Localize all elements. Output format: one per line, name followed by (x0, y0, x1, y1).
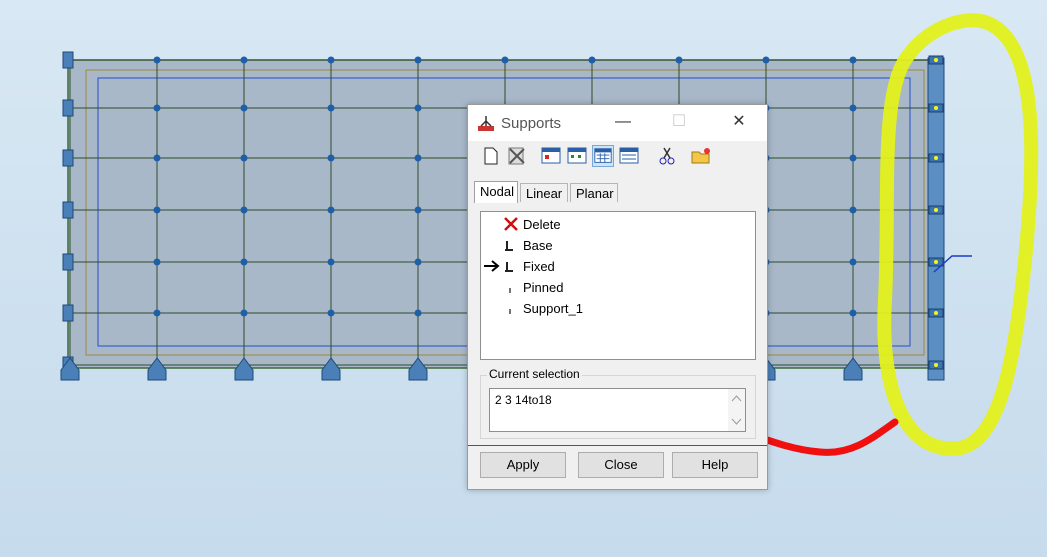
table-icon[interactable] (592, 145, 614, 167)
tab-planar[interactable]: Planar (570, 183, 618, 202)
tab-nodal[interactable]: Nodal (474, 181, 518, 203)
list-item-fixed[interactable]: Fixed (523, 259, 555, 274)
support-icon (505, 262, 513, 272)
view-icon[interactable] (540, 145, 562, 167)
view-icon[interactable] (566, 145, 588, 167)
support-types-list[interactable]: Delete Base Fixed Pinned Support_1 (480, 211, 756, 360)
tab-linear[interactable]: Linear (520, 183, 568, 202)
selection-scrollbar[interactable] (728, 389, 745, 431)
title-bar[interactable]: Supports — ☐ ✕ (468, 105, 767, 141)
toolbar (476, 145, 766, 171)
new-icon[interactable] (480, 145, 502, 167)
cut-icon[interactable] (656, 145, 678, 167)
help-button[interactable]: Help (672, 452, 758, 478)
supports-app-icon (478, 116, 494, 131)
support-icon (509, 288, 511, 293)
minimize-button[interactable]: — (608, 111, 638, 135)
maximize-button[interactable]: ☐ (664, 111, 694, 135)
current-selection-label: Current selection (487, 367, 582, 381)
list-item-delete[interactable]: Delete (523, 217, 561, 232)
table-icon[interactable] (618, 145, 640, 167)
support-icon (509, 309, 511, 314)
selected-edge-supports (927, 55, 972, 381)
current-selection-input[interactable]: 2 3 14to18 (489, 388, 746, 432)
list-item-pinned[interactable]: Pinned (523, 280, 563, 295)
current-selection-group: Current selection 2 3 14to18 (480, 367, 756, 439)
supports-dialog: Supports — ☐ ✕ Nodal Linear Planar Delet… (467, 104, 768, 490)
close-button[interactable]: Close (578, 452, 664, 478)
apply-button[interactable]: Apply (480, 452, 566, 478)
divider (468, 445, 767, 446)
current-arrow-icon (484, 260, 500, 272)
list-item-support-1[interactable]: Support_1 (523, 301, 583, 316)
current-selection-value: 2 3 14to18 (495, 393, 552, 407)
close-window-button[interactable]: ✕ (724, 111, 754, 135)
open-folder-icon[interactable] (690, 145, 712, 167)
list-item-base[interactable]: Base (523, 238, 553, 253)
dialog-title: Supports (501, 115, 562, 132)
delete-x-icon (504, 217, 518, 231)
support-icon (505, 241, 513, 251)
delete-icon[interactable] (506, 145, 528, 167)
